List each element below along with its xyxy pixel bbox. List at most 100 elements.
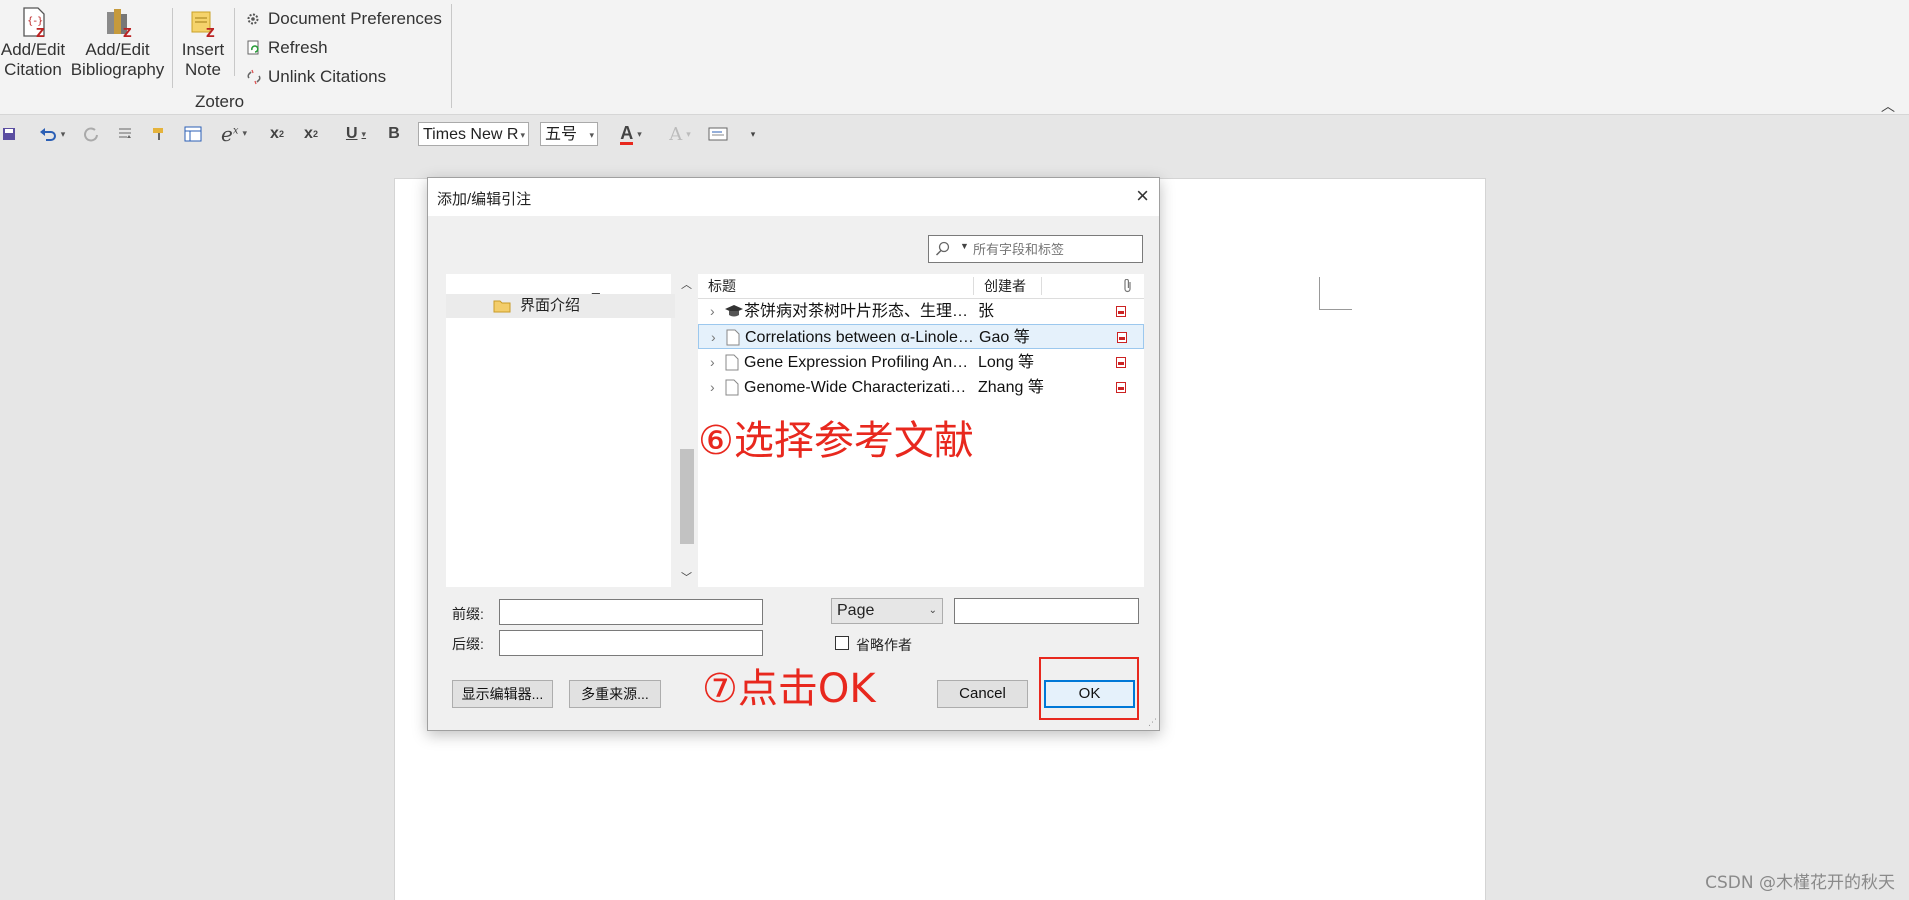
column-header-title[interactable]: 标题 bbox=[708, 274, 736, 298]
close-icon[interactable]: × bbox=[1136, 184, 1149, 208]
font-color-button[interactable]: A ▾ bbox=[610, 115, 652, 153]
expand-chevron-icon[interactable]: › bbox=[710, 299, 715, 324]
format-painter-icon[interactable] bbox=[148, 115, 170, 153]
bold-button[interactable]: B bbox=[384, 115, 404, 153]
refresh-label: Refresh bbox=[268, 37, 328, 57]
show-editor-button[interactable]: 显示编辑器... bbox=[452, 680, 553, 708]
insert-note-label-1: Insert bbox=[181, 40, 225, 59]
unlink-citations-label: Unlink Citations bbox=[268, 66, 387, 86]
chevron-down-icon[interactable]: ▾ bbox=[61, 129, 66, 140]
attachment-icon[interactable] bbox=[1122, 279, 1134, 293]
row-creator: Long 等 bbox=[978, 354, 1035, 371]
watermark: CSDN @木槿花开的秋天 bbox=[1705, 873, 1895, 893]
row-title: Gene Expression Profiling Analysis o... bbox=[744, 354, 974, 371]
chevron-down-icon[interactable]: ▾ bbox=[637, 129, 642, 140]
font-name-select[interactable]: Times New R ▾ bbox=[418, 122, 529, 146]
underline-button[interactable]: U ▾ bbox=[336, 115, 376, 153]
document-preferences-button[interactable]: Document Preferences bbox=[246, 4, 442, 33]
add-edit-citation-label-2: Citation bbox=[4, 60, 62, 79]
suffix-input[interactable] bbox=[499, 630, 763, 656]
save-icon[interactable] bbox=[0, 115, 18, 153]
superscript-label: x bbox=[270, 125, 279, 142]
search-input[interactable] bbox=[973, 238, 1138, 260]
prefix-label: 前缀: bbox=[452, 606, 484, 622]
search-mode-chevron-icon[interactable]: ▼ bbox=[960, 241, 969, 251]
superscript-button[interactable]: x2 bbox=[266, 115, 288, 153]
chevron-down-icon[interactable]: ▾ bbox=[686, 129, 691, 140]
citation-icon: {-} Z bbox=[23, 7, 45, 38]
undo-icon bbox=[39, 128, 56, 141]
add-edit-bibliography-label-2: Bibliography bbox=[70, 60, 165, 79]
chevron-down-icon[interactable]: ▾ bbox=[362, 129, 367, 140]
customize-toolbar-chevron-icon[interactable]: ▾ bbox=[744, 115, 762, 153]
refresh-icon bbox=[247, 40, 259, 54]
text-effects-button[interactable]: A ▾ bbox=[660, 115, 700, 153]
resize-grip-icon[interactable]: ⋰ bbox=[1148, 717, 1157, 728]
pdf-attachment-icon[interactable] bbox=[1116, 306, 1126, 317]
chevron-down-icon: ▾ bbox=[589, 130, 594, 140]
collections-scrollbar[interactable]: ︿ ﹀ bbox=[678, 274, 696, 587]
multiple-sources-button[interactable]: 多重来源... bbox=[569, 680, 661, 708]
table-row[interactable]: › 茶饼病对茶树叶片形态、生理指标和品... 张 bbox=[698, 299, 1144, 324]
pdf-attachment-icon[interactable] bbox=[1116, 357, 1126, 368]
cancel-button[interactable]: Cancel bbox=[937, 680, 1028, 708]
column-divider[interactable] bbox=[973, 277, 974, 295]
equation-button[interactable]: ex ▾ bbox=[214, 115, 254, 153]
add-edit-citation-button[interactable]: {-} Z Add/Edit Citation bbox=[0, 6, 66, 80]
insert-note-label-2: Note bbox=[185, 60, 221, 79]
unlink-icon bbox=[247, 69, 261, 84]
prefix-input[interactable] bbox=[499, 599, 763, 625]
undo-button[interactable]: ▾ bbox=[32, 115, 72, 153]
collection-item[interactable]: 界面介绍 bbox=[446, 294, 675, 318]
row-creator: Zhang 等 bbox=[978, 379, 1044, 396]
row-creator: Gao 等 bbox=[979, 329, 1030, 346]
collapse-ribbon-chevron-icon[interactable]: ︿ bbox=[1881, 96, 1895, 116]
suppress-author-label: 省略作者 bbox=[856, 637, 912, 653]
text-box-icon[interactable] bbox=[706, 115, 730, 153]
expand-chevron-icon[interactable]: › bbox=[711, 325, 716, 350]
redo-icon[interactable] bbox=[80, 115, 102, 153]
ribbon-separator bbox=[172, 8, 173, 88]
annotation-step7: ⑦点击OK bbox=[702, 666, 876, 712]
locator-type-select[interactable]: Page ⌄ bbox=[831, 598, 943, 624]
ribbon-group-label: Zotero bbox=[195, 92, 245, 111]
scroll-up-chevron-icon[interactable]: ︿ bbox=[681, 276, 692, 292]
pdf-attachment-icon[interactable] bbox=[1116, 382, 1126, 393]
unlink-citations-button[interactable]: Unlink Citations bbox=[246, 62, 442, 91]
paragraph-format-icon[interactable] bbox=[114, 115, 136, 153]
table-row[interactable]: › Gene Expression Profiling Analysis o..… bbox=[698, 350, 1144, 375]
column-header-creator[interactable]: 创建者 bbox=[984, 274, 1026, 298]
chevron-down-icon[interactable]: ▾ bbox=[242, 129, 247, 139]
row-title: 茶饼病对茶树叶片形态、生理指标和品... bbox=[744, 303, 974, 320]
svg-text:Z: Z bbox=[36, 26, 45, 38]
page-corner-mark bbox=[1319, 277, 1352, 310]
table-row-selected[interactable]: › Correlations between α-Linolenic Ac...… bbox=[698, 324, 1144, 349]
refresh-button[interactable]: Refresh bbox=[246, 33, 442, 62]
bibliography-icon: Z bbox=[106, 9, 132, 38]
column-divider[interactable] bbox=[1041, 277, 1042, 295]
document-icon bbox=[725, 379, 739, 396]
scroll-down-chevron-icon[interactable]: ﹀ bbox=[681, 569, 692, 585]
table-layout-icon[interactable] bbox=[182, 115, 204, 153]
pdf-attachment-icon[interactable] bbox=[1117, 332, 1127, 343]
row-title: Genome-Wide Characterization and... bbox=[744, 379, 974, 396]
ribbon-separator bbox=[234, 8, 235, 76]
font-color-icon: A bbox=[620, 122, 634, 145]
insert-note-button[interactable]: Z Insert Note bbox=[176, 6, 230, 80]
expand-chevron-icon[interactable]: › bbox=[710, 375, 715, 400]
ribbon-group-separator bbox=[451, 4, 452, 108]
subscript-button[interactable]: x2 bbox=[300, 115, 322, 153]
ribbon-small-commands: Document Preferences Refresh Unlink Cita… bbox=[246, 4, 442, 91]
expand-chevron-icon[interactable]: › bbox=[710, 350, 715, 375]
dialog-title: 添加/编辑引注 bbox=[437, 191, 532, 208]
font-size-select[interactable]: 五号 ▾ bbox=[540, 122, 598, 146]
add-edit-citation-label-1: Add/Edit bbox=[0, 40, 66, 59]
add-edit-bibliography-button[interactable]: Z Add/Edit Bibliography bbox=[70, 6, 165, 80]
locator-input[interactable] bbox=[954, 598, 1139, 624]
text-effects-icon: A bbox=[669, 123, 683, 145]
table-row[interactable]: › Genome-Wide Characterization and... Zh… bbox=[698, 375, 1144, 400]
scrollbar-thumb[interactable] bbox=[680, 449, 694, 544]
suppress-author-checkbox[interactable] bbox=[835, 636, 849, 650]
search-field[interactable]: ▼ bbox=[928, 235, 1143, 263]
folder-icon bbox=[493, 300, 511, 313]
